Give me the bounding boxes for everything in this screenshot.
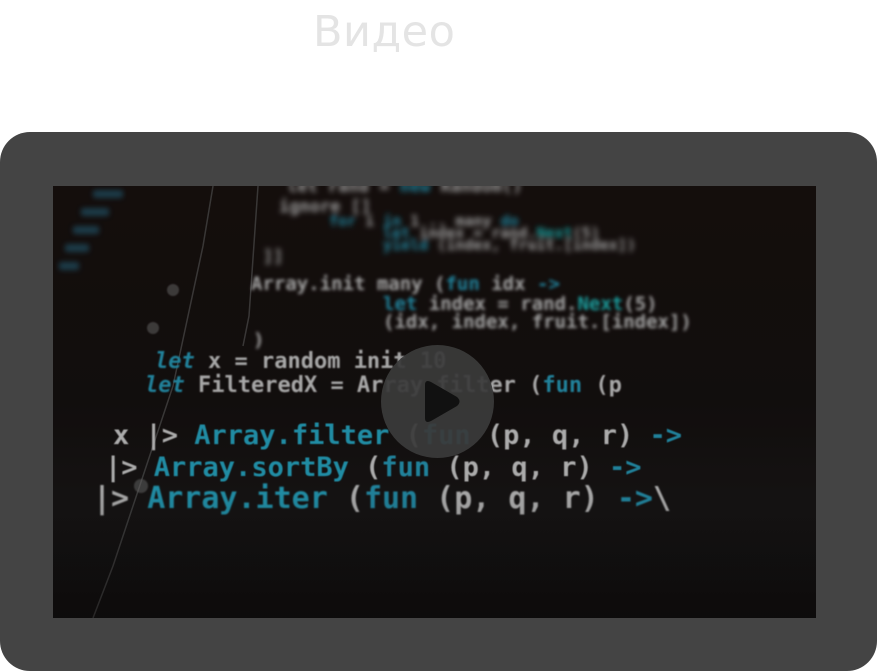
- video-player[interactable]: let rand = new Random() ignore [] for i …: [53, 186, 816, 618]
- play-icon: [425, 381, 460, 422]
- section-title: Видео: [313, 7, 456, 57]
- page: Видео: [0, 0, 877, 671]
- play-button[interactable]: [381, 345, 494, 458]
- video-card: let rand = new Random() ignore [] for i …: [0, 132, 877, 671]
